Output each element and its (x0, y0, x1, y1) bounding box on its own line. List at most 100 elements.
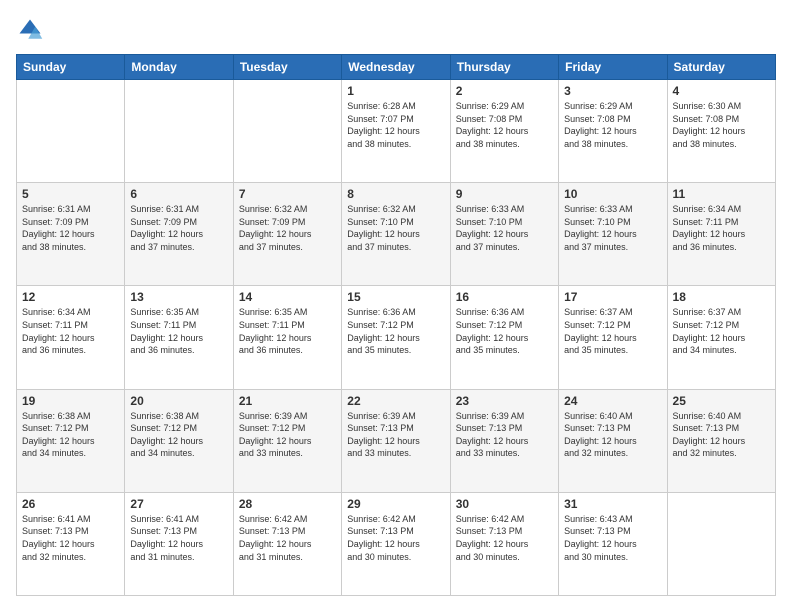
day-number: 9 (456, 187, 553, 201)
calendar-cell: 27 Sunrise: 6:41 AM Sunset: 7:13 PM Dayli… (125, 492, 233, 595)
calendar-cell: 21 Sunrise: 6:39 AM Sunset: 7:12 PM Dayli… (233, 389, 341, 492)
day-number: 17 (564, 290, 661, 304)
logo (16, 16, 48, 44)
day-number: 13 (130, 290, 227, 304)
calendar-cell: 16Sunrise: 6:36 AM Sunset: 7:12 PM Dayli… (450, 286, 558, 389)
day-number: 24 (564, 394, 661, 408)
col-header-friday: Friday (559, 55, 667, 80)
day-number: 29 (347, 497, 444, 511)
day-info: Sunrise: 6:39 AM Sunset: 7:13 PM Dayligh… (456, 410, 553, 460)
week-row-3: 12Sunrise: 6:34 AM Sunset: 7:11 PM Dayli… (17, 286, 776, 389)
week-row-2: 5 Sunrise: 6:31 AM Sunset: 7:09 PM Daylig… (17, 183, 776, 286)
calendar-cell: 10Sunrise: 6:33 AM Sunset: 7:10 PM Dayli… (559, 183, 667, 286)
day-info: Sunrise: 6:37 AM Sunset: 7:12 PM Dayligh… (673, 306, 770, 356)
day-info: Sunrise: 6:35 AM Sunset: 7:11 PM Dayligh… (239, 306, 336, 356)
calendar-cell: 13 Sunrise: 6:35 AM Sunset: 7:11 PM Dayli… (125, 286, 233, 389)
calendar-cell: 8 Sunrise: 6:32 AM Sunset: 7:10 PM Daylig… (342, 183, 450, 286)
day-number: 20 (130, 394, 227, 408)
calendar-cell: 3 Sunrise: 6:29 AM Sunset: 7:08 PM Daylig… (559, 80, 667, 183)
day-info: Sunrise: 6:36 AM Sunset: 7:12 PM Dayligh… (456, 306, 553, 356)
day-number: 3 (564, 84, 661, 98)
day-info: Sunrise: 6:30 AM Sunset: 7:08 PM Dayligh… (673, 100, 770, 150)
day-number: 1 (347, 84, 444, 98)
calendar-cell: 23Sunrise: 6:39 AM Sunset: 7:13 PM Dayli… (450, 389, 558, 492)
day-number: 26 (22, 497, 119, 511)
calendar-cell: 6 Sunrise: 6:31 AM Sunset: 7:09 PM Daylig… (125, 183, 233, 286)
day-number: 7 (239, 187, 336, 201)
day-number: 10 (564, 187, 661, 201)
day-info: Sunrise: 6:43 AM Sunset: 7:13 PM Dayligh… (564, 513, 661, 563)
week-row-5: 26 Sunrise: 6:41 AM Sunset: 7:13 PM Dayli… (17, 492, 776, 595)
day-number: 6 (130, 187, 227, 201)
col-header-monday: Monday (125, 55, 233, 80)
calendar-cell: 22 Sunrise: 6:39 AM Sunset: 7:13 PM Dayli… (342, 389, 450, 492)
header (16, 16, 776, 44)
calendar-cell: 17 Sunrise: 6:37 AM Sunset: 7:12 PM Dayli… (559, 286, 667, 389)
calendar-cell: 4 Sunrise: 6:30 AM Sunset: 7:08 PM Daylig… (667, 80, 775, 183)
day-info: Sunrise: 6:40 AM Sunset: 7:13 PM Dayligh… (673, 410, 770, 460)
day-info: Sunrise: 6:32 AM Sunset: 7:09 PM Dayligh… (239, 203, 336, 253)
day-info: Sunrise: 6:29 AM Sunset: 7:08 PM Dayligh… (564, 100, 661, 150)
day-info: Sunrise: 6:32 AM Sunset: 7:10 PM Dayligh… (347, 203, 444, 253)
col-header-saturday: Saturday (667, 55, 775, 80)
day-number: 28 (239, 497, 336, 511)
day-number: 31 (564, 497, 661, 511)
day-number: 11 (673, 187, 770, 201)
day-info: Sunrise: 6:42 AM Sunset: 7:13 PM Dayligh… (239, 513, 336, 563)
calendar-cell (125, 80, 233, 183)
calendar-cell (17, 80, 125, 183)
calendar-cell: 15 Sunrise: 6:36 AM Sunset: 7:12 PM Dayli… (342, 286, 450, 389)
col-header-sunday: Sunday (17, 55, 125, 80)
day-number: 8 (347, 187, 444, 201)
day-info: Sunrise: 6:31 AM Sunset: 7:09 PM Dayligh… (130, 203, 227, 253)
day-info: Sunrise: 6:29 AM Sunset: 7:08 PM Dayligh… (456, 100, 553, 150)
day-number: 15 (347, 290, 444, 304)
calendar-cell (667, 492, 775, 595)
col-header-thursday: Thursday (450, 55, 558, 80)
day-number: 27 (130, 497, 227, 511)
calendar-cell: 24 Sunrise: 6:40 AM Sunset: 7:13 PM Dayli… (559, 389, 667, 492)
day-number: 30 (456, 497, 553, 511)
calendar-cell: 1 Sunrise: 6:28 AM Sunset: 7:07 PM Daylig… (342, 80, 450, 183)
day-info: Sunrise: 6:34 AM Sunset: 7:11 PM Dayligh… (22, 306, 119, 356)
week-row-4: 19 Sunrise: 6:38 AM Sunset: 7:12 PM Dayli… (17, 389, 776, 492)
day-number: 21 (239, 394, 336, 408)
day-info: Sunrise: 6:41 AM Sunset: 7:13 PM Dayligh… (22, 513, 119, 563)
day-info: Sunrise: 6:40 AM Sunset: 7:13 PM Dayligh… (564, 410, 661, 460)
day-number: 2 (456, 84, 553, 98)
day-info: Sunrise: 6:41 AM Sunset: 7:13 PM Dayligh… (130, 513, 227, 563)
day-info: Sunrise: 6:33 AM Sunset: 7:10 PM Dayligh… (456, 203, 553, 253)
calendar-cell: 30 Sunrise: 6:42 AM Sunset: 7:13 PM Dayli… (450, 492, 558, 595)
calendar-cell: 25 Sunrise: 6:40 AM Sunset: 7:13 PM Dayli… (667, 389, 775, 492)
day-info: Sunrise: 6:38 AM Sunset: 7:12 PM Dayligh… (130, 410, 227, 460)
day-info: Sunrise: 6:39 AM Sunset: 7:13 PM Dayligh… (347, 410, 444, 460)
day-info: Sunrise: 6:34 AM Sunset: 7:11 PM Dayligh… (673, 203, 770, 253)
calendar-cell: 7 Sunrise: 6:32 AM Sunset: 7:09 PM Daylig… (233, 183, 341, 286)
day-info: Sunrise: 6:39 AM Sunset: 7:12 PM Dayligh… (239, 410, 336, 460)
calendar-cell: 20 Sunrise: 6:38 AM Sunset: 7:12 PM Dayli… (125, 389, 233, 492)
day-number: 14 (239, 290, 336, 304)
page: SundayMondayTuesdayWednesdayThursdayFrid… (0, 0, 792, 612)
calendar-cell: 14 Sunrise: 6:35 AM Sunset: 7:11 PM Dayli… (233, 286, 341, 389)
week-row-1: 1 Sunrise: 6:28 AM Sunset: 7:07 PM Daylig… (17, 80, 776, 183)
day-info: Sunrise: 6:37 AM Sunset: 7:12 PM Dayligh… (564, 306, 661, 356)
calendar-cell: 12Sunrise: 6:34 AM Sunset: 7:11 PM Dayli… (17, 286, 125, 389)
calendar-cell: 29 Sunrise: 6:42 AM Sunset: 7:13 PM Dayli… (342, 492, 450, 595)
day-info: Sunrise: 6:42 AM Sunset: 7:13 PM Dayligh… (456, 513, 553, 563)
day-number: 4 (673, 84, 770, 98)
day-number: 25 (673, 394, 770, 408)
calendar-cell: 5Sunrise: 6:31 AM Sunset: 7:09 PM Daylig… (17, 183, 125, 286)
day-number: 5 (22, 187, 119, 201)
day-number: 22 (347, 394, 444, 408)
day-info: Sunrise: 6:36 AM Sunset: 7:12 PM Dayligh… (347, 306, 444, 356)
calendar-cell: 26 Sunrise: 6:41 AM Sunset: 7:13 PM Dayli… (17, 492, 125, 595)
day-info: Sunrise: 6:28 AM Sunset: 7:07 PM Dayligh… (347, 100, 444, 150)
day-info: Sunrise: 6:42 AM Sunset: 7:13 PM Dayligh… (347, 513, 444, 563)
col-header-tuesday: Tuesday (233, 55, 341, 80)
col-header-wednesday: Wednesday (342, 55, 450, 80)
logo-icon (16, 16, 44, 44)
day-number: 19 (22, 394, 119, 408)
day-info: Sunrise: 6:35 AM Sunset: 7:11 PM Dayligh… (130, 306, 227, 356)
calendar-cell: 31 Sunrise: 6:43 AM Sunset: 7:13 PM Dayli… (559, 492, 667, 595)
calendar-cell: 19Sunrise: 6:38 AM Sunset: 7:12 PM Dayli… (17, 389, 125, 492)
